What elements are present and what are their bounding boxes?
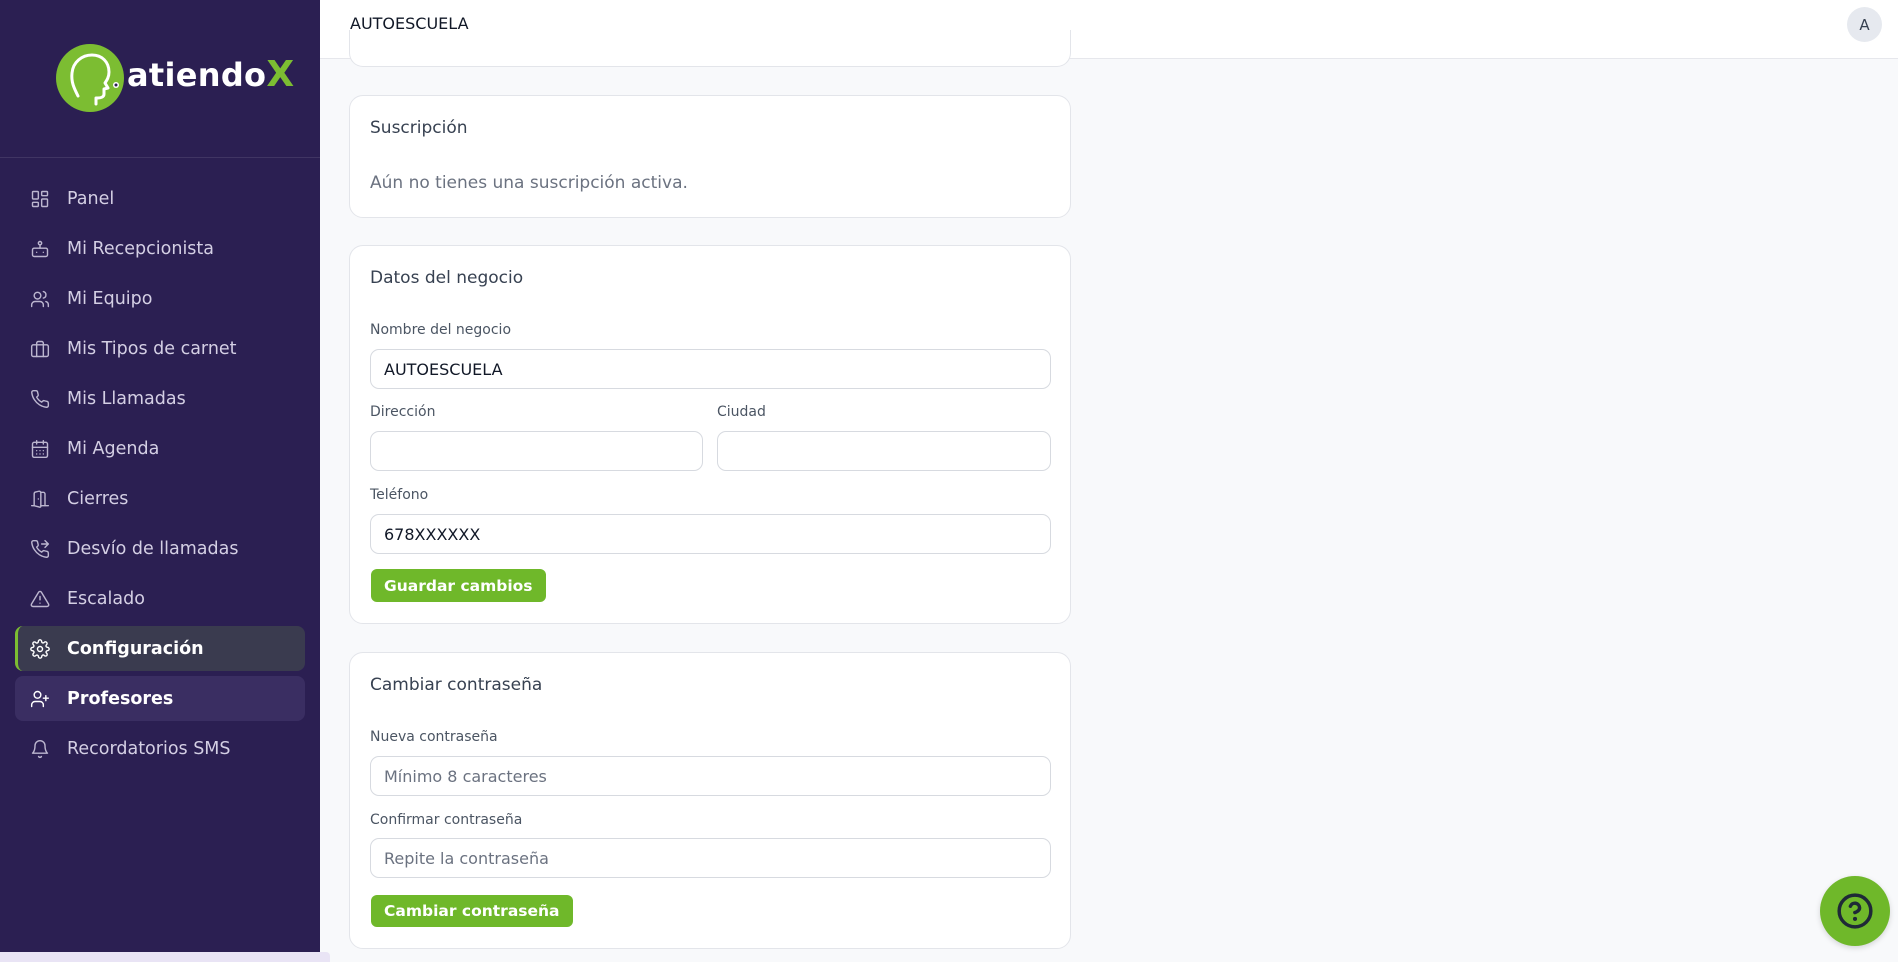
business-data-card: Datos del negocio Nombre del negocio Dir…: [349, 245, 1071, 624]
sidebar-item-mis-tipos-de-carnet[interactable]: Mis Tipos de carnet: [15, 326, 305, 371]
sidebar-item-mi-agenda[interactable]: Mi Agenda: [15, 426, 305, 471]
sidebar-nav: Panel Mi Recepcionista Mi Equipo Mis Tip…: [15, 176, 305, 776]
sidebar-item-mis-llamadas[interactable]: Mis Llamadas: [15, 376, 305, 421]
sidebar-item-configuracion[interactable]: Configuración: [15, 626, 305, 671]
subscription-message: Aún no tienes una suscripción activa.: [370, 173, 688, 193]
help-circle-icon: [1837, 893, 1873, 929]
sidebar-item-panel[interactable]: Panel: [15, 176, 305, 221]
change-password-title: Cambiar contraseña: [370, 675, 543, 695]
confirm-password-input[interactable]: [370, 838, 1051, 878]
change-password-card: Cambiar contraseña Nueva contraseña Conf…: [349, 652, 1071, 949]
sidebar-item-mi-recepcionista[interactable]: Mi Recepcionista: [15, 226, 305, 271]
sidebar: atiendoX Panel Mi Recepcionista Mi Equip…: [0, 0, 320, 962]
sidebar-item-profesores[interactable]: Profesores: [15, 676, 305, 721]
sidebar-item-cierres[interactable]: Cierres: [15, 476, 305, 521]
gear-icon: [29, 638, 51, 660]
sidebar-item-label: Configuración: [67, 638, 204, 659]
users-icon: [29, 288, 51, 310]
bot-icon: [29, 238, 51, 260]
sidebar-item-label: Cierres: [67, 488, 129, 509]
subscription-title: Suscripción: [370, 118, 468, 138]
sidebar-item-mi-equipo[interactable]: Mi Equipo: [15, 276, 305, 321]
new-password-label: Nueva contraseña: [370, 729, 498, 745]
logo-wordmark: atiendoX: [127, 54, 295, 95]
browser-status-bar: [0, 952, 330, 962]
briefcase-icon: [29, 338, 51, 360]
sidebar-item-label: Escalado: [67, 588, 145, 609]
sidebar-item-label: Mis Tipos de carnet: [67, 338, 237, 359]
avatar[interactable]: A: [1847, 7, 1882, 42]
sidebar-item-label: Desvío de llamadas: [67, 538, 239, 559]
grid-icon: [29, 188, 51, 210]
sidebar-item-label: Mi Recepcionista: [67, 238, 215, 259]
business-data-title: Datos del negocio: [370, 268, 524, 288]
sidebar-item-escalado[interactable]: Escalado: [15, 576, 305, 621]
city-label: Ciudad: [717, 404, 766, 420]
sidebar-item-label: Mis Llamadas: [67, 388, 186, 409]
sidebar-item-label: Mi Equipo: [67, 288, 153, 309]
calendar-icon: [29, 438, 51, 460]
logo[interactable]: atiendoX: [0, 0, 320, 158]
sidebar-item-desvio-de-llamadas[interactable]: Desvío de llamadas: [15, 526, 305, 571]
door-icon: [29, 488, 51, 510]
bell-icon: [29, 738, 51, 760]
help-button[interactable]: [1820, 876, 1890, 946]
subscription-card: Suscripción Aún no tienes una suscripció…: [349, 95, 1071, 218]
new-password-input[interactable]: [370, 756, 1051, 796]
business-name-input[interactable]: [370, 349, 1051, 389]
change-password-button[interactable]: Cambiar contraseña: [371, 895, 573, 927]
sidebar-item-label: Profesores: [67, 688, 174, 709]
user-plus-icon: [29, 688, 51, 710]
address-label: Dirección: [370, 404, 436, 420]
sidebar-item-label: Recordatorios SMS: [67, 738, 231, 759]
sidebar-item-recordatorios-sms[interactable]: Recordatorios SMS: [15, 726, 305, 771]
phone-icon: [29, 388, 51, 410]
phone-label: Teléfono: [370, 487, 429, 503]
city-input[interactable]: [717, 431, 1051, 471]
address-input[interactable]: [370, 431, 703, 471]
alert-triangle-icon: [29, 588, 51, 610]
previous-card: [349, 30, 1071, 67]
logo-mark-icon: [56, 44, 124, 112]
sidebar-item-label: Panel: [67, 188, 115, 209]
save-changes-button[interactable]: Guardar cambios: [371, 569, 546, 602]
phone-forward-icon: [29, 538, 51, 560]
phone-input[interactable]: [370, 514, 1051, 554]
business-name-label: Nombre del negocio: [370, 322, 512, 338]
confirm-password-label: Confirmar contraseña: [370, 812, 523, 828]
sidebar-item-label: Mi Agenda: [67, 438, 160, 459]
